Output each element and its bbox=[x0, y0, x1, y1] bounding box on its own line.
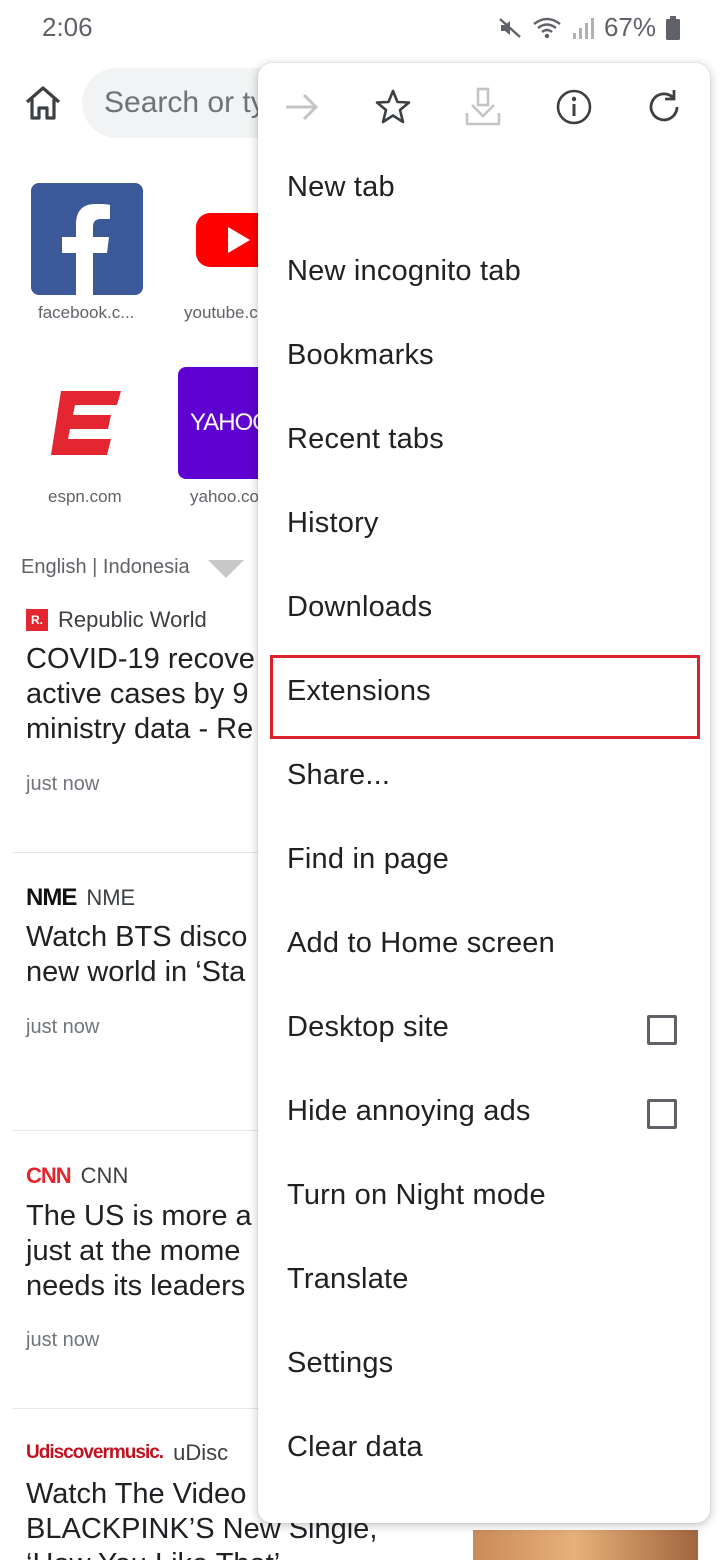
language-selector[interactable]: English | Indonesia bbox=[21, 556, 190, 579]
news-time: just now bbox=[26, 1016, 100, 1038]
status-bar: 2:06 67% bbox=[0, 0, 720, 56]
menu-item-label: Settings bbox=[287, 1347, 394, 1379]
bookmark-star-icon[interactable] bbox=[373, 87, 413, 127]
download-icon[interactable] bbox=[463, 87, 503, 127]
news-source-name: NME bbox=[86, 885, 136, 910]
speed-dial-label: facebook.c... bbox=[38, 303, 135, 322]
menu-item-label: Share... bbox=[287, 759, 391, 791]
status-time: 2:06 bbox=[42, 12, 93, 42]
news-source: NME NME bbox=[26, 884, 135, 912]
republic-world-logo-icon: R. bbox=[26, 609, 48, 631]
menu-item-translate[interactable]: Translate bbox=[258, 1241, 710, 1325]
menu-item-settings[interactable]: Settings bbox=[258, 1325, 710, 1409]
facebook-logo-icon bbox=[62, 204, 110, 295]
news-source-name: Republic World bbox=[58, 607, 207, 632]
udiscovermusic-logo-icon: Udiscovermusic. bbox=[26, 1442, 164, 1463]
mute-icon bbox=[498, 16, 522, 40]
speed-dial-facebook[interactable] bbox=[31, 183, 143, 295]
menu-item-new-incognito-tab[interactable]: New incognito tab bbox=[258, 233, 710, 317]
menu-item-history[interactable]: History bbox=[258, 485, 710, 569]
menu-item-add-to-home-screen[interactable]: Add to Home screen bbox=[258, 905, 710, 989]
home-icon[interactable] bbox=[22, 82, 64, 124]
speed-dial-label: espn.com bbox=[48, 487, 122, 506]
highlight-box bbox=[270, 655, 700, 739]
cnn-logo-icon: CNN bbox=[26, 1163, 72, 1188]
speed-dial-label: youtube.c bbox=[184, 303, 258, 322]
battery-icon bbox=[666, 15, 680, 40]
menu-icon-row bbox=[258, 63, 710, 149]
menu-item-downloads[interactable]: Downloads bbox=[258, 569, 710, 653]
menu-item-label: New tab bbox=[287, 171, 395, 203]
menu-item-bookmarks[interactable]: Bookmarks bbox=[258, 317, 710, 401]
news-time: just now bbox=[26, 773, 100, 795]
chevron-down-icon[interactable] bbox=[208, 560, 244, 578]
menu-item-recent-tabs[interactable]: Recent tabs bbox=[258, 401, 710, 485]
reload-icon[interactable] bbox=[644, 87, 684, 127]
browser-menu: New tab New incognito tab Bookmarks Rece… bbox=[258, 63, 710, 1523]
signal-icon bbox=[572, 16, 594, 40]
espn-logo-icon bbox=[51, 391, 121, 455]
menu-item-share[interactable]: Share... bbox=[258, 737, 710, 821]
forward-icon[interactable] bbox=[282, 87, 322, 127]
news-time: just now bbox=[26, 1329, 100, 1351]
info-icon[interactable] bbox=[554, 87, 594, 127]
menu-item-clear-data[interactable]: Clear data bbox=[258, 1409, 710, 1493]
menu-item-label: Recent tabs bbox=[287, 423, 444, 455]
battery-percentage: 67% bbox=[603, 12, 656, 42]
menu-item-label: Downloads bbox=[287, 591, 433, 623]
menu-item-label: Add to Home screen bbox=[287, 927, 555, 959]
menu-item-find-in-page[interactable]: Find in page bbox=[258, 821, 710, 905]
news-source: CNN CNN bbox=[26, 1163, 128, 1189]
news-source: R. Republic World bbox=[26, 607, 207, 633]
nme-logo-icon: NME bbox=[26, 884, 77, 911]
menu-item-new-tab[interactable]: New tab bbox=[258, 149, 710, 233]
wifi-icon bbox=[532, 16, 562, 40]
menu-item-label: Desktop site bbox=[287, 1011, 449, 1043]
speed-dial-espn[interactable] bbox=[31, 367, 143, 479]
menu-item-night-mode[interactable]: Turn on Night mode bbox=[258, 1157, 710, 1241]
news-thumbnail[interactable] bbox=[473, 1530, 698, 1560]
status-icons: 67% bbox=[498, 12, 680, 43]
menu-item-label: History bbox=[287, 507, 379, 539]
menu-item-hide-annoying-ads[interactable]: Hide annoying ads bbox=[258, 1073, 710, 1157]
speed-dial-label: yahoo.co bbox=[190, 487, 259, 506]
news-source-name: uDisc bbox=[173, 1440, 229, 1465]
menu-item-label: Bookmarks bbox=[287, 339, 434, 371]
menu-item-label: New incognito tab bbox=[287, 255, 521, 287]
news-source-name: CNN bbox=[80, 1163, 129, 1188]
news-source: Udiscovermusic. uDisc bbox=[26, 1440, 228, 1466]
menu-item-label: Turn on Night mode bbox=[287, 1179, 546, 1211]
search-placeholder: Search or ty bbox=[104, 86, 266, 119]
menu-item-desktop-site[interactable]: Desktop site bbox=[258, 989, 710, 1073]
menu-item-label: Translate bbox=[287, 1263, 409, 1295]
menu-item-label: Hide annoying ads bbox=[287, 1095, 531, 1127]
hide-ads-checkbox[interactable] bbox=[647, 1099, 677, 1129]
desktop-site-checkbox[interactable] bbox=[647, 1015, 677, 1045]
menu-item-label: Find in page bbox=[287, 843, 450, 875]
menu-item-label: Clear data bbox=[287, 1431, 423, 1463]
